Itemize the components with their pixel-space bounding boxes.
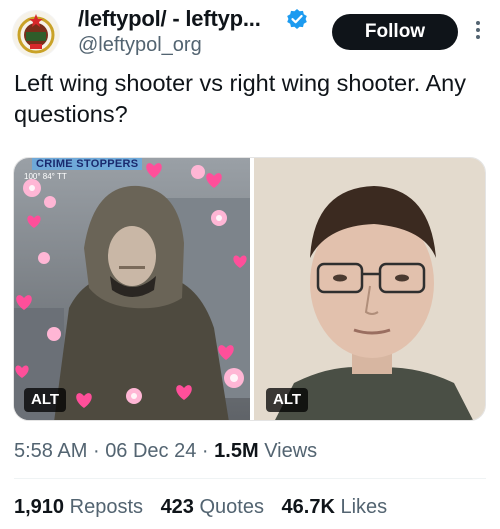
likes-count: 46.7K bbox=[281, 496, 335, 518]
quotes-count: 423 bbox=[160, 496, 194, 518]
tweet-meta: 5:58 AM · 06 Dec 24 · 1.5M Views bbox=[14, 440, 317, 463]
camera-subcaption: 100° 84° TT bbox=[24, 172, 67, 181]
quotes-label: Quotes bbox=[199, 496, 264, 518]
tweet-date[interactable]: 06 Dec 24 bbox=[105, 440, 196, 462]
cctv-photo-illustration bbox=[14, 158, 250, 420]
reposts-count: 1,910 bbox=[14, 496, 65, 518]
likes-stat[interactable]: 46.7K Likes bbox=[282, 496, 388, 518]
views-label: Views bbox=[264, 440, 318, 462]
meta-separator: · bbox=[92, 440, 100, 462]
media-grid: CRIME STOPPERS 100° 84° TT ALT ALT bbox=[13, 157, 486, 421]
more-options-icon[interactable] bbox=[472, 18, 484, 46]
leftypol-logo-icon bbox=[13, 11, 59, 57]
views-count: 1.5M bbox=[214, 440, 259, 462]
avatar[interactable] bbox=[12, 10, 60, 58]
quotes-stat[interactable]: 423 Quotes bbox=[161, 496, 264, 518]
verified-badge-icon bbox=[287, 9, 307, 29]
alt-badge-right[interactable]: ALT bbox=[266, 388, 309, 412]
reposts-label: Reposts bbox=[69, 496, 143, 518]
author-display-name[interactable]: /leftypol/ - leftyp... bbox=[78, 6, 261, 32]
meta-separator: · bbox=[201, 440, 209, 462]
follow-button[interactable]: Follow bbox=[332, 14, 458, 50]
tweet-stats: 1,910 Reposts 423 Quotes 46.7K Likes bbox=[14, 496, 399, 519]
divider bbox=[14, 478, 486, 479]
alt-badge-left[interactable]: ALT bbox=[24, 388, 67, 412]
reposts-stat[interactable]: 1,910 Reposts bbox=[14, 496, 143, 518]
camera-caption: CRIME STOPPERS bbox=[32, 158, 143, 170]
media-image-right[interactable]: ALT bbox=[254, 158, 485, 420]
media-image-left[interactable]: CRIME STOPPERS 100° 84° TT ALT bbox=[14, 158, 250, 420]
tweet-text: Left wing shooter vs right wing shooter.… bbox=[14, 70, 466, 127]
portrait-photo-illustration bbox=[254, 158, 485, 420]
author-handle[interactable]: @leftypol_org bbox=[78, 34, 202, 57]
tweet-header: /leftypol/ - leftyp... @leftypol_org Fol… bbox=[0, 0, 500, 64]
tweet-time[interactable]: 5:58 AM bbox=[14, 440, 87, 462]
likes-label: Likes bbox=[340, 496, 388, 518]
